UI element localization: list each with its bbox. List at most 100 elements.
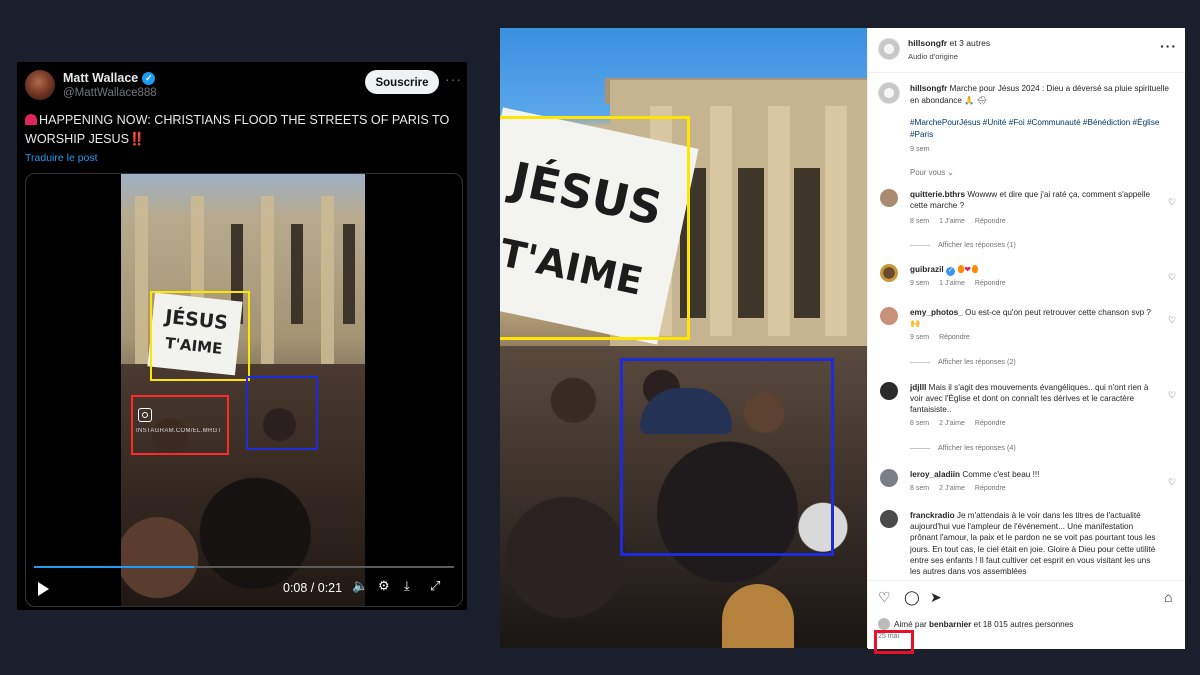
author-name-row[interactable]: Matt Wallace ✓ — [63, 71, 156, 85]
comment-user: franckradio — [910, 511, 955, 520]
comment-icon[interactable]: ◯ — [904, 589, 920, 606]
avatar[interactable] — [25, 70, 55, 100]
tweet-text: HAPPENING NOW: CHRISTIANS FLOOD THE STRE… — [25, 111, 455, 149]
verified-badge-icon: ✓ — [142, 71, 156, 85]
subscribe-button[interactable]: Souscrire — [365, 70, 439, 94]
verified-badge-icon: ✓ — [945, 267, 955, 276]
facade-column — [261, 196, 274, 386]
fullscreen-icon[interactable]: ⤢ — [430, 578, 440, 594]
building-column — [768, 106, 790, 336]
video-frame: JÉSUS T'AIME — [121, 174, 365, 606]
avatar[interactable] — [878, 82, 900, 104]
comment-user: emy_photos_ — [910, 308, 963, 317]
siren-icon — [25, 114, 37, 125]
like-heart-icon[interactable]: ♡ — [878, 589, 891, 606]
comment-user: leroy_aladiin — [910, 470, 961, 479]
comment-text: Comme c'est beau !!! — [960, 470, 1040, 479]
reply-button[interactable]: Répondre — [939, 334, 970, 341]
reply-button[interactable]: Répondre — [975, 280, 1006, 287]
post-header: hillsongfr et 3 autres Audio d'origine ·… — [868, 28, 1185, 73]
comment-user: guibrazil — [910, 265, 944, 274]
video-progress-bar[interactable] — [34, 566, 454, 568]
comment-meta: 8 sem 2 J'aime Répondre — [910, 420, 1006, 427]
building-column — [825, 106, 847, 336]
reply-button[interactable]: Répondre — [975, 218, 1006, 225]
author-handle[interactable]: @MattWallace888 — [63, 87, 157, 99]
building-window — [738, 168, 764, 318]
bookmark-icon[interactable]: ⌂ — [1164, 589, 1172, 605]
reply-button[interactable]: Répondre — [975, 420, 1006, 427]
heart-icon[interactable]: ♡ — [1168, 315, 1176, 326]
show-replies[interactable]: Afficher les réponses (2) — [910, 357, 1016, 366]
facade-column — [135, 196, 148, 386]
highlight-box-watermark — [131, 395, 229, 455]
more-options-icon[interactable]: ··· — [445, 71, 462, 87]
guitar — [722, 584, 794, 648]
comment-meta: 8 sem 1 J'aime Répondre — [910, 218, 1006, 225]
comment-user: quitterie.bthrs — [910, 190, 966, 199]
volume-icon[interactable]: 🔈 — [352, 578, 368, 594]
post-caption: hillsongfr Marche pour Jésus 2024 : Dieu… — [910, 83, 1170, 106]
highlight-box-guitarist — [620, 358, 834, 556]
avatar[interactable] — [880, 307, 898, 325]
avatar[interactable] — [878, 38, 900, 60]
show-replies[interactable]: Afficher les réponses (4) — [910, 443, 1016, 452]
heart-emoji-icon: ❤ — [964, 265, 971, 274]
avatar[interactable] — [880, 382, 898, 400]
post-actions: ♡ ◯ ➤ ⌂ Aimé par benbarnier et 18 015 au… — [868, 580, 1185, 654]
post-sidebar: hillsongfr et 3 autres Audio d'origine ·… — [867, 28, 1185, 654]
for-you-toggle[interactable]: Pour vous ⌄ — [910, 168, 954, 177]
double-exclamation-icon: ‼️ — [129, 132, 145, 146]
settings-icon[interactable]: ⚙ — [378, 578, 390, 594]
more-options-icon[interactable]: ··· — [1160, 38, 1177, 54]
caption-user: hillsongfr — [910, 84, 948, 93]
header-user[interactable]: hillsongfr et 3 autres — [908, 38, 990, 48]
post-photo[interactable]: JÉSUS T'AIME — [500, 28, 867, 648]
comment-meta: 9 sem Répondre — [910, 334, 970, 341]
play-icon[interactable] — [38, 582, 49, 596]
reply-button[interactable]: Répondre — [975, 485, 1006, 492]
audio-label[interactable]: Audio d'origine — [908, 52, 958, 61]
building-column — [710, 106, 732, 336]
hashtags[interactable]: #MarchePourJésus #Unité #Foi #Communauté… — [910, 117, 1170, 140]
highlight-box-sign — [150, 291, 250, 381]
fire-emoji-icon — [971, 265, 978, 273]
avatar[interactable] — [880, 264, 898, 282]
avatar — [878, 618, 890, 630]
author-name[interactable]: Matt Wallace — [63, 71, 138, 85]
show-replies[interactable]: Afficher les réponses (1) — [910, 240, 1016, 249]
highlight-box-date — [874, 630, 914, 654]
avatar[interactable] — [880, 469, 898, 487]
avatar[interactable] — [880, 510, 898, 528]
facade-window — [343, 224, 355, 324]
highlight-box-guitarist — [246, 376, 318, 450]
liked-by[interactable]: Aimé par benbarnier et 18 015 autres per… — [878, 618, 1073, 630]
tweet-card: Matt Wallace ✓ @MattWallace888 Souscrire… — [17, 62, 467, 610]
share-icon[interactable]: ➤ — [930, 589, 942, 606]
video-player[interactable]: JÉSUS T'AIME INSTAGRAM.COM/EL.MRGT 0:08 … — [25, 173, 463, 607]
caption-text: Marche pour Jésus 2024 : Dieu a déversé … — [910, 84, 1169, 105]
avatar[interactable] — [880, 189, 898, 207]
heart-icon[interactable]: ♡ — [1168, 390, 1176, 401]
comment-user: jdjlll — [910, 383, 927, 392]
post-age: 9 sem — [910, 144, 930, 153]
heart-icon[interactable]: ♡ — [1168, 197, 1176, 208]
instagram-icon — [138, 408, 152, 422]
facade-column — [321, 196, 334, 386]
comment-meta: 8 sem 2 J'aime Répondre — [910, 485, 1006, 492]
building-window — [794, 168, 820, 318]
video-watermark: INSTAGRAM.COM/EL.MRGT — [136, 428, 222, 434]
tweet-body: HAPPENING NOW: CHRISTIANS FLOOD THE STRE… — [25, 113, 450, 146]
translate-link[interactable]: Traduire le post — [25, 152, 98, 164]
heart-icon[interactable]: ♡ — [1168, 272, 1176, 283]
instagram-post: JÉSUS T'AIME hillsongfr et 3 autres Audi… — [500, 28, 1185, 654]
highlight-box-sign — [500, 116, 690, 340]
facade-window — [291, 224, 303, 324]
comment-meta: 9 sem 1 J'aime Répondre — [910, 280, 1006, 287]
video-progress-fill — [34, 566, 194, 568]
pip-icon[interactable]: ⤓ — [404, 578, 410, 594]
video-time: 0:08 / 0:21 — [283, 581, 343, 595]
heart-icon[interactable]: ♡ — [1168, 477, 1176, 488]
comment-text: Je m'attendais à le voir dans les titres… — [910, 511, 1156, 577]
comment-text: Mais il s'agit des mouvements évangéliqu… — [910, 383, 1149, 415]
